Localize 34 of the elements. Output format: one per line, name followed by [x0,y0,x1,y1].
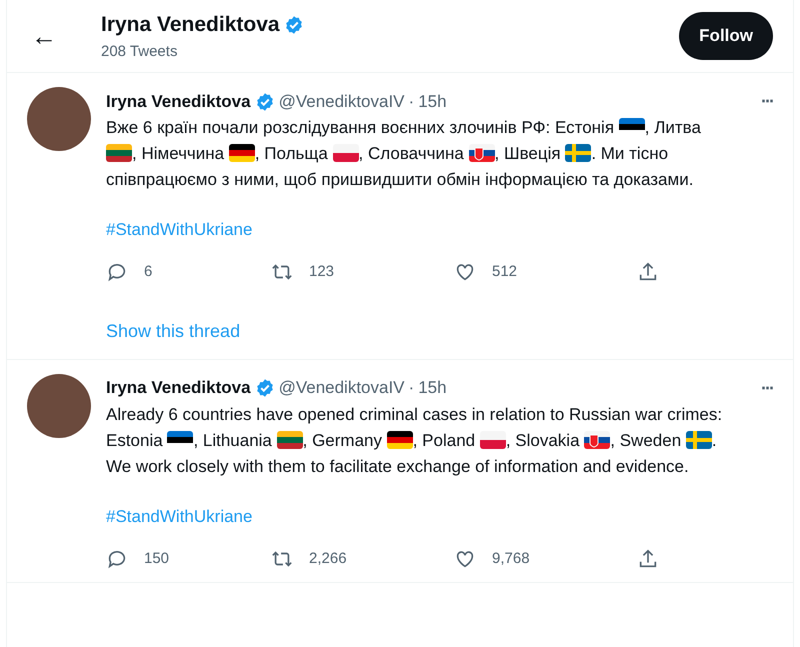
flag-icon [686,430,712,448]
flag-icon [480,430,506,448]
reply-count: 6 [144,262,152,282]
like-count: 512 [492,262,518,282]
retweet-count: 123 [309,262,334,282]
flag-icon [276,430,303,448]
tweet-time[interactable]: 15h [418,88,447,114]
reply-count: 150 [144,548,170,568]
follow-button[interactable]: Follow [679,12,773,60]
reply-icon[interactable] [106,261,128,284]
author-handle[interactable]: @VenediktovaIV [278,88,405,114]
tweet-text: Вже 6 країн почали розслідування воєнних злочинів РФ: Естонія , Литва , Німеччина , Польща , Словаччина , Швеція . Ми тісно співпрацюємо з ними, щоб пришвидшити обмін інформацією та доказами. [106,117,702,191]
tweet-text: Already 6 countries have opened criminal cases in relation to Russian war crimes: Estonia , Lithuania , Germany , Poland , Slovakia , Sweden . We work closely with them to facilitate exchange of information and evidence. [106,404,724,478]
flag-icon [565,144,592,162]
author-name[interactable]: Iryna Venediktova [106,375,251,401]
separator-dot: · [408,90,414,113]
separator-dot: · [408,377,414,400]
more-options[interactable]: ··· [761,88,773,115]
flag-icon [228,144,255,162]
more-options[interactable]: ··· [761,374,773,402]
share-icon[interactable] [637,548,659,570]
tweet-time[interactable]: 15h [418,375,447,401]
flag-icon [584,430,610,448]
flag-icon [332,144,359,162]
like-count: 9,768 [492,548,530,568]
author-name[interactable]: Iryna Venediktova [106,88,251,114]
flag-icon [468,144,495,162]
tweet-count: 208 Tweets [101,42,178,62]
flag-icon [386,430,413,448]
retweet-count: 2,266 [309,548,347,568]
profile-name: Iryna Venediktova [101,12,280,38]
flag-icon [106,144,132,162]
back-button[interactable]: ← [31,16,101,56]
author-handle[interactable]: @VenediktovaIV [278,375,405,401]
